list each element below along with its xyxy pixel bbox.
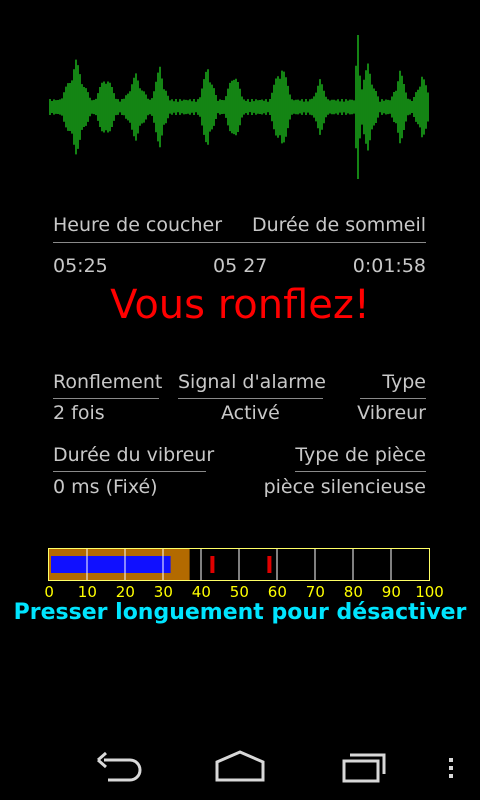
current-time-value: 05 27 bbox=[213, 255, 268, 277]
snoring-alert: Vous ronflez! bbox=[110, 282, 370, 328]
vibration-duration-value: 0 ms (Fixé) bbox=[53, 476, 158, 498]
alarm-type-value: Vibreur bbox=[357, 402, 426, 424]
meter-tick-label: 80 bbox=[343, 583, 363, 601]
meter-tick-label: 60 bbox=[267, 583, 287, 601]
alarm-divider bbox=[178, 398, 323, 399]
meter-tick-label: 10 bbox=[77, 583, 97, 601]
meter-tick-label: 90 bbox=[381, 583, 401, 601]
back-icon[interactable] bbox=[92, 746, 146, 786]
snoring-count-header: Ronflement bbox=[53, 371, 163, 393]
snoring-divider bbox=[53, 398, 159, 399]
room-type-header: Type de pièce bbox=[295, 444, 426, 466]
long-press-instruction[interactable]: Presser longuement pour désactiver bbox=[0, 600, 480, 625]
system-navigation-bar bbox=[0, 732, 480, 800]
bedtime-header: Heure de coucher bbox=[53, 214, 223, 236]
meter-tick-label: 100 bbox=[415, 583, 444, 601]
room-type-divider bbox=[295, 471, 426, 472]
alarm-signal-value: Activé bbox=[221, 402, 280, 424]
vibration-duration-header: Durée du vibreur bbox=[53, 444, 215, 466]
meter-tick-label: 20 bbox=[115, 583, 135, 601]
alarm-type-header: Type bbox=[382, 371, 426, 393]
sleep-duration-value: 0:01:58 bbox=[352, 255, 426, 277]
meter-tick-label: 50 bbox=[229, 583, 249, 601]
meter-marker bbox=[267, 556, 272, 573]
bedtime-value: 05:25 bbox=[53, 255, 108, 277]
type-divider bbox=[360, 398, 426, 399]
sleep-duration-header: Durée de sommeil bbox=[251, 214, 426, 236]
sound-level-meter bbox=[48, 548, 430, 581]
meter-tick-label: 0 bbox=[44, 583, 54, 601]
recents-icon[interactable] bbox=[336, 746, 390, 786]
menu-icon[interactable] bbox=[444, 746, 458, 786]
vibration-divider bbox=[53, 471, 206, 472]
meter-level-fill bbox=[51, 556, 171, 573]
meter-tick-label: 30 bbox=[153, 583, 173, 601]
sleep-divider bbox=[53, 242, 426, 243]
home-icon[interactable] bbox=[213, 746, 267, 786]
meter-marker bbox=[210, 556, 215, 573]
meter-tick-label: 70 bbox=[305, 583, 325, 601]
snoring-count-value: 2 fois bbox=[53, 402, 105, 424]
room-type-value: pièce silencieuse bbox=[263, 476, 426, 498]
alarm-signal-header: Signal d'alarme bbox=[178, 371, 326, 393]
meter-tick-label: 40 bbox=[191, 583, 211, 601]
snore-waveform bbox=[49, 35, 429, 179]
waveform-trace bbox=[49, 35, 429, 179]
